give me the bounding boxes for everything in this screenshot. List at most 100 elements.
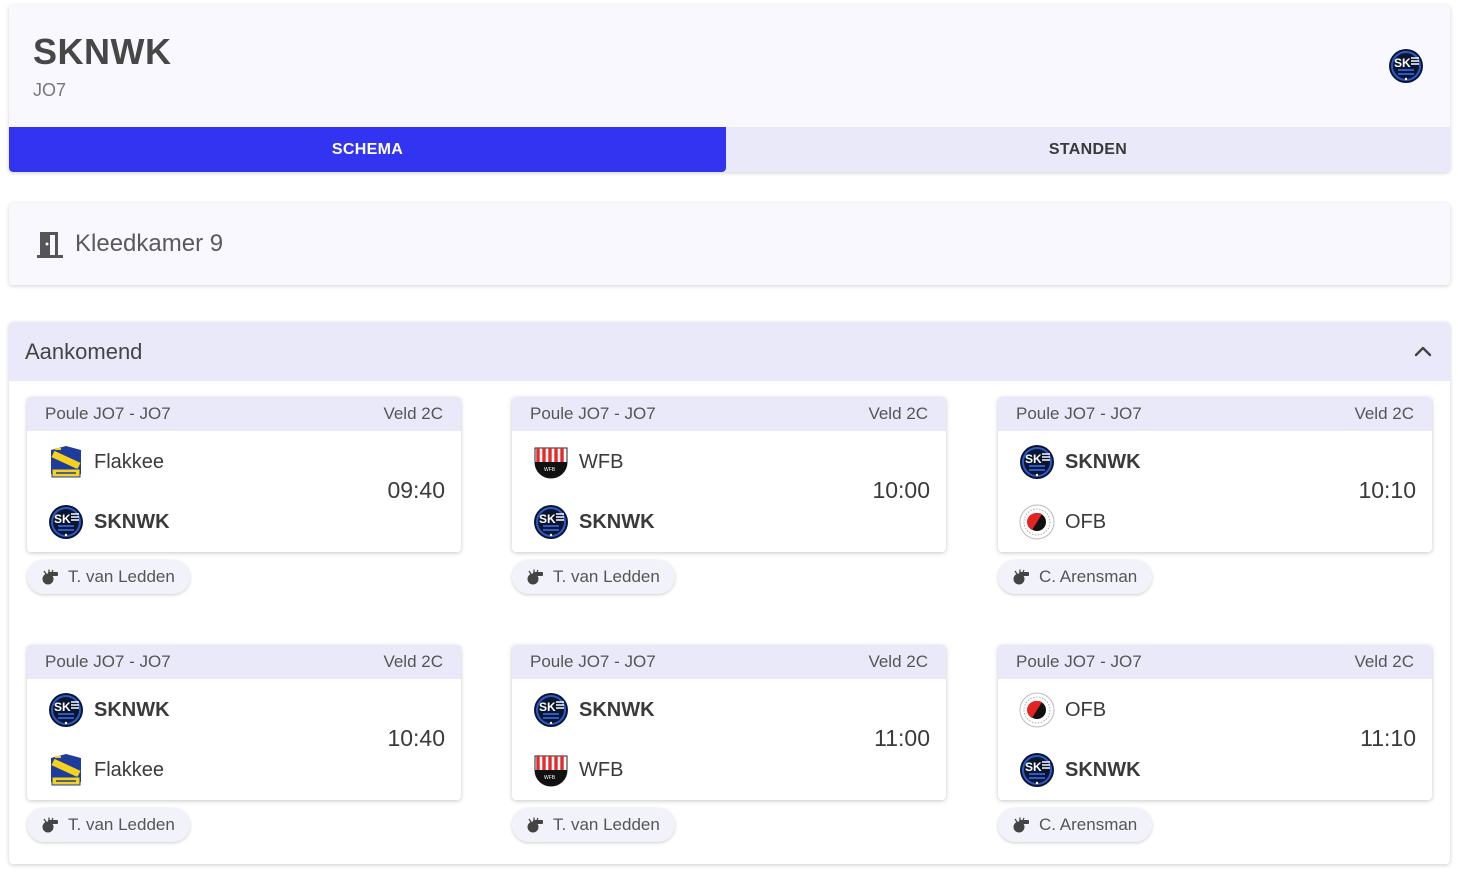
match-card-header: Poule JO7 - JO7 Veld 2C: [998, 645, 1432, 679]
sknwk-logo-icon: [1019, 444, 1055, 480]
match-card-header: Poule JO7 - JO7 Veld 2C: [27, 645, 461, 679]
match-time: 11:10: [1360, 725, 1416, 751]
match-time: 10:10: [1358, 477, 1416, 503]
team-header-card: SKNWK JO7 SCHEMA STANDEN: [9, 5, 1450, 172]
match-card-header: Poule JO7 - JO7 Veld 2C: [512, 645, 946, 679]
away-team-name: SKNWK: [1065, 758, 1141, 781]
home-team: SKNWK: [1019, 444, 1141, 480]
match-poule: Poule JO7 - JO7: [45, 652, 171, 671]
match-card[interactable]: Poule JO7 - JO7 Veld 2C OFB SKNWK 11:10: [998, 645, 1432, 800]
home-team-name: SKNWK: [1065, 450, 1141, 473]
home-team: SKNWK: [48, 692, 170, 728]
sknwk-logo-icon: [1019, 752, 1055, 788]
tab-standen[interactable]: STANDEN: [726, 127, 1450, 172]
upcoming-title: Aankomend: [25, 338, 143, 364]
referee-chip[interactable]: C. Arensman: [998, 560, 1153, 594]
match-card[interactable]: Poule JO7 - JO7 Veld 2C Flakkee SKNWK 09…: [27, 397, 461, 552]
whistle-icon: [42, 817, 58, 833]
referee-chip[interactable]: T. van Ledden: [512, 808, 675, 842]
whistle-icon: [1013, 817, 1029, 833]
home-team: WFB: [533, 444, 623, 480]
sknwk-logo-icon: [1388, 48, 1424, 84]
whistle-icon: [1013, 569, 1029, 585]
referee-chip[interactable]: C. Arensman: [998, 808, 1153, 842]
match-field: Veld 2C: [1354, 404, 1414, 423]
away-team-name: SKNWK: [94, 510, 170, 533]
match-time: 09:40: [387, 477, 445, 503]
home-team-name: SKNWK: [94, 698, 170, 721]
flakkee-logo-icon: [48, 752, 84, 788]
match-item: Poule JO7 - JO7 Veld 2C Flakkee SKNWK 09…: [27, 397, 461, 594]
tab-schema[interactable]: SCHEMA: [9, 127, 726, 172]
home-team-name: Flakkee: [94, 450, 165, 473]
away-team: SKNWK: [1019, 752, 1141, 788]
wfb-logo-icon: [533, 444, 569, 480]
ofb-logo-icon: [1019, 692, 1055, 728]
match-poule: Poule JO7 - JO7: [45, 404, 171, 423]
sknwk-logo-icon: [48, 504, 84, 540]
away-team: SKNWK: [48, 504, 170, 540]
match-poule: Poule JO7 - JO7: [1016, 652, 1142, 671]
flakkee-logo-icon: [48, 444, 84, 480]
referee-name: T. van Ledden: [553, 567, 660, 586]
match-card-header: Poule JO7 - JO7 Veld 2C: [27, 397, 461, 431]
match-time: 10:40: [387, 725, 445, 751]
referee-name: C. Arensman: [1039, 567, 1138, 586]
chevron-up-icon[interactable]: [1412, 341, 1434, 363]
match-card[interactable]: Poule JO7 - JO7 Veld 2C SKNWK WFB 11:00: [512, 645, 946, 800]
match-item: Poule JO7 - JO7 Veld 2C SKNWK WFB 11:00 …: [512, 645, 946, 842]
sknwk-logo-icon: [533, 692, 569, 728]
wfb-logo-icon: [533, 752, 569, 788]
team-title: SKNWK: [33, 31, 172, 72]
sknwk-logo-icon: [48, 692, 84, 728]
match-item: Poule JO7 - JO7 Veld 2C SKNWK Flakkee 10…: [27, 645, 461, 842]
home-team: SKNWK: [533, 692, 655, 728]
away-team: WFB: [533, 752, 623, 788]
referee-chip[interactable]: T. van Ledden: [27, 808, 190, 842]
match-poule: Poule JO7 - JO7: [1016, 404, 1142, 423]
away-team: Flakkee: [48, 752, 164, 788]
match-field: Veld 2C: [383, 652, 443, 671]
home-team-name: OFB: [1065, 698, 1107, 721]
match-card[interactable]: Poule JO7 - JO7 Veld 2C SKNWK OFB 10:10: [998, 397, 1432, 552]
match-item: Poule JO7 - JO7 Veld 2C OFB SKNWK 11:10 …: [998, 645, 1432, 842]
match-item: Poule JO7 - JO7 Veld 2C SKNWK OFB 10:10 …: [998, 397, 1432, 594]
away-team: SKNWK: [533, 504, 655, 540]
whistle-icon: [527, 817, 543, 833]
match-poule: Poule JO7 - JO7: [530, 652, 656, 671]
referee-name: T. van Ledden: [68, 567, 175, 586]
dressing-room-label: Kleedkamer 9: [75, 230, 224, 257]
away-team: OFB: [1019, 504, 1106, 540]
referee-chip[interactable]: T. van Ledden: [27, 560, 190, 594]
away-team-name: OFB: [1065, 510, 1107, 533]
home-team-name: SKNWK: [579, 698, 655, 721]
match-card[interactable]: Poule JO7 - JO7 Veld 2C SKNWK Flakkee 10…: [27, 645, 461, 800]
upcoming-panel: Aankomend Poule JO7 - JO7 Veld 2C Flakke…: [9, 322, 1450, 864]
sknwk-logo-icon: [533, 504, 569, 540]
away-team-name: WFB: [579, 758, 624, 781]
whistle-icon: [527, 569, 543, 585]
ofb-logo-icon: [1019, 504, 1055, 540]
referee-chip[interactable]: T. van Ledden: [512, 560, 675, 594]
away-team-name: Flakkee: [94, 758, 165, 781]
away-team-name: SKNWK: [579, 510, 655, 533]
match-card-header: Poule JO7 - JO7 Veld 2C: [512, 397, 946, 431]
whistle-icon: [42, 569, 58, 585]
match-field: Veld 2C: [383, 404, 443, 423]
match-poule: Poule JO7 - JO7: [530, 404, 656, 423]
match-card-header: Poule JO7 - JO7 Veld 2C: [998, 397, 1432, 431]
home-team: OFB: [1019, 692, 1106, 728]
door-icon: [37, 232, 63, 258]
match-time: 11:00: [874, 725, 930, 751]
referee-name: C. Arensman: [1039, 815, 1138, 834]
match-time: 10:00: [872, 477, 930, 503]
upcoming-panel-header[interactable]: Aankomend: [9, 322, 1450, 381]
match-card[interactable]: Poule JO7 - JO7 Veld 2C WFB SKNWK 10:00: [512, 397, 946, 552]
home-team: Flakkee: [48, 444, 164, 480]
team-subtitle: JO7: [33, 80, 67, 100]
match-field: Veld 2C: [868, 652, 928, 671]
referee-name: T. van Ledden: [68, 815, 175, 834]
dressing-room-card: Kleedkamer 9: [9, 203, 1450, 285]
match-item: Poule JO7 - JO7 Veld 2C WFB SKNWK 10:00 …: [512, 397, 946, 594]
match-field: Veld 2C: [868, 404, 928, 423]
